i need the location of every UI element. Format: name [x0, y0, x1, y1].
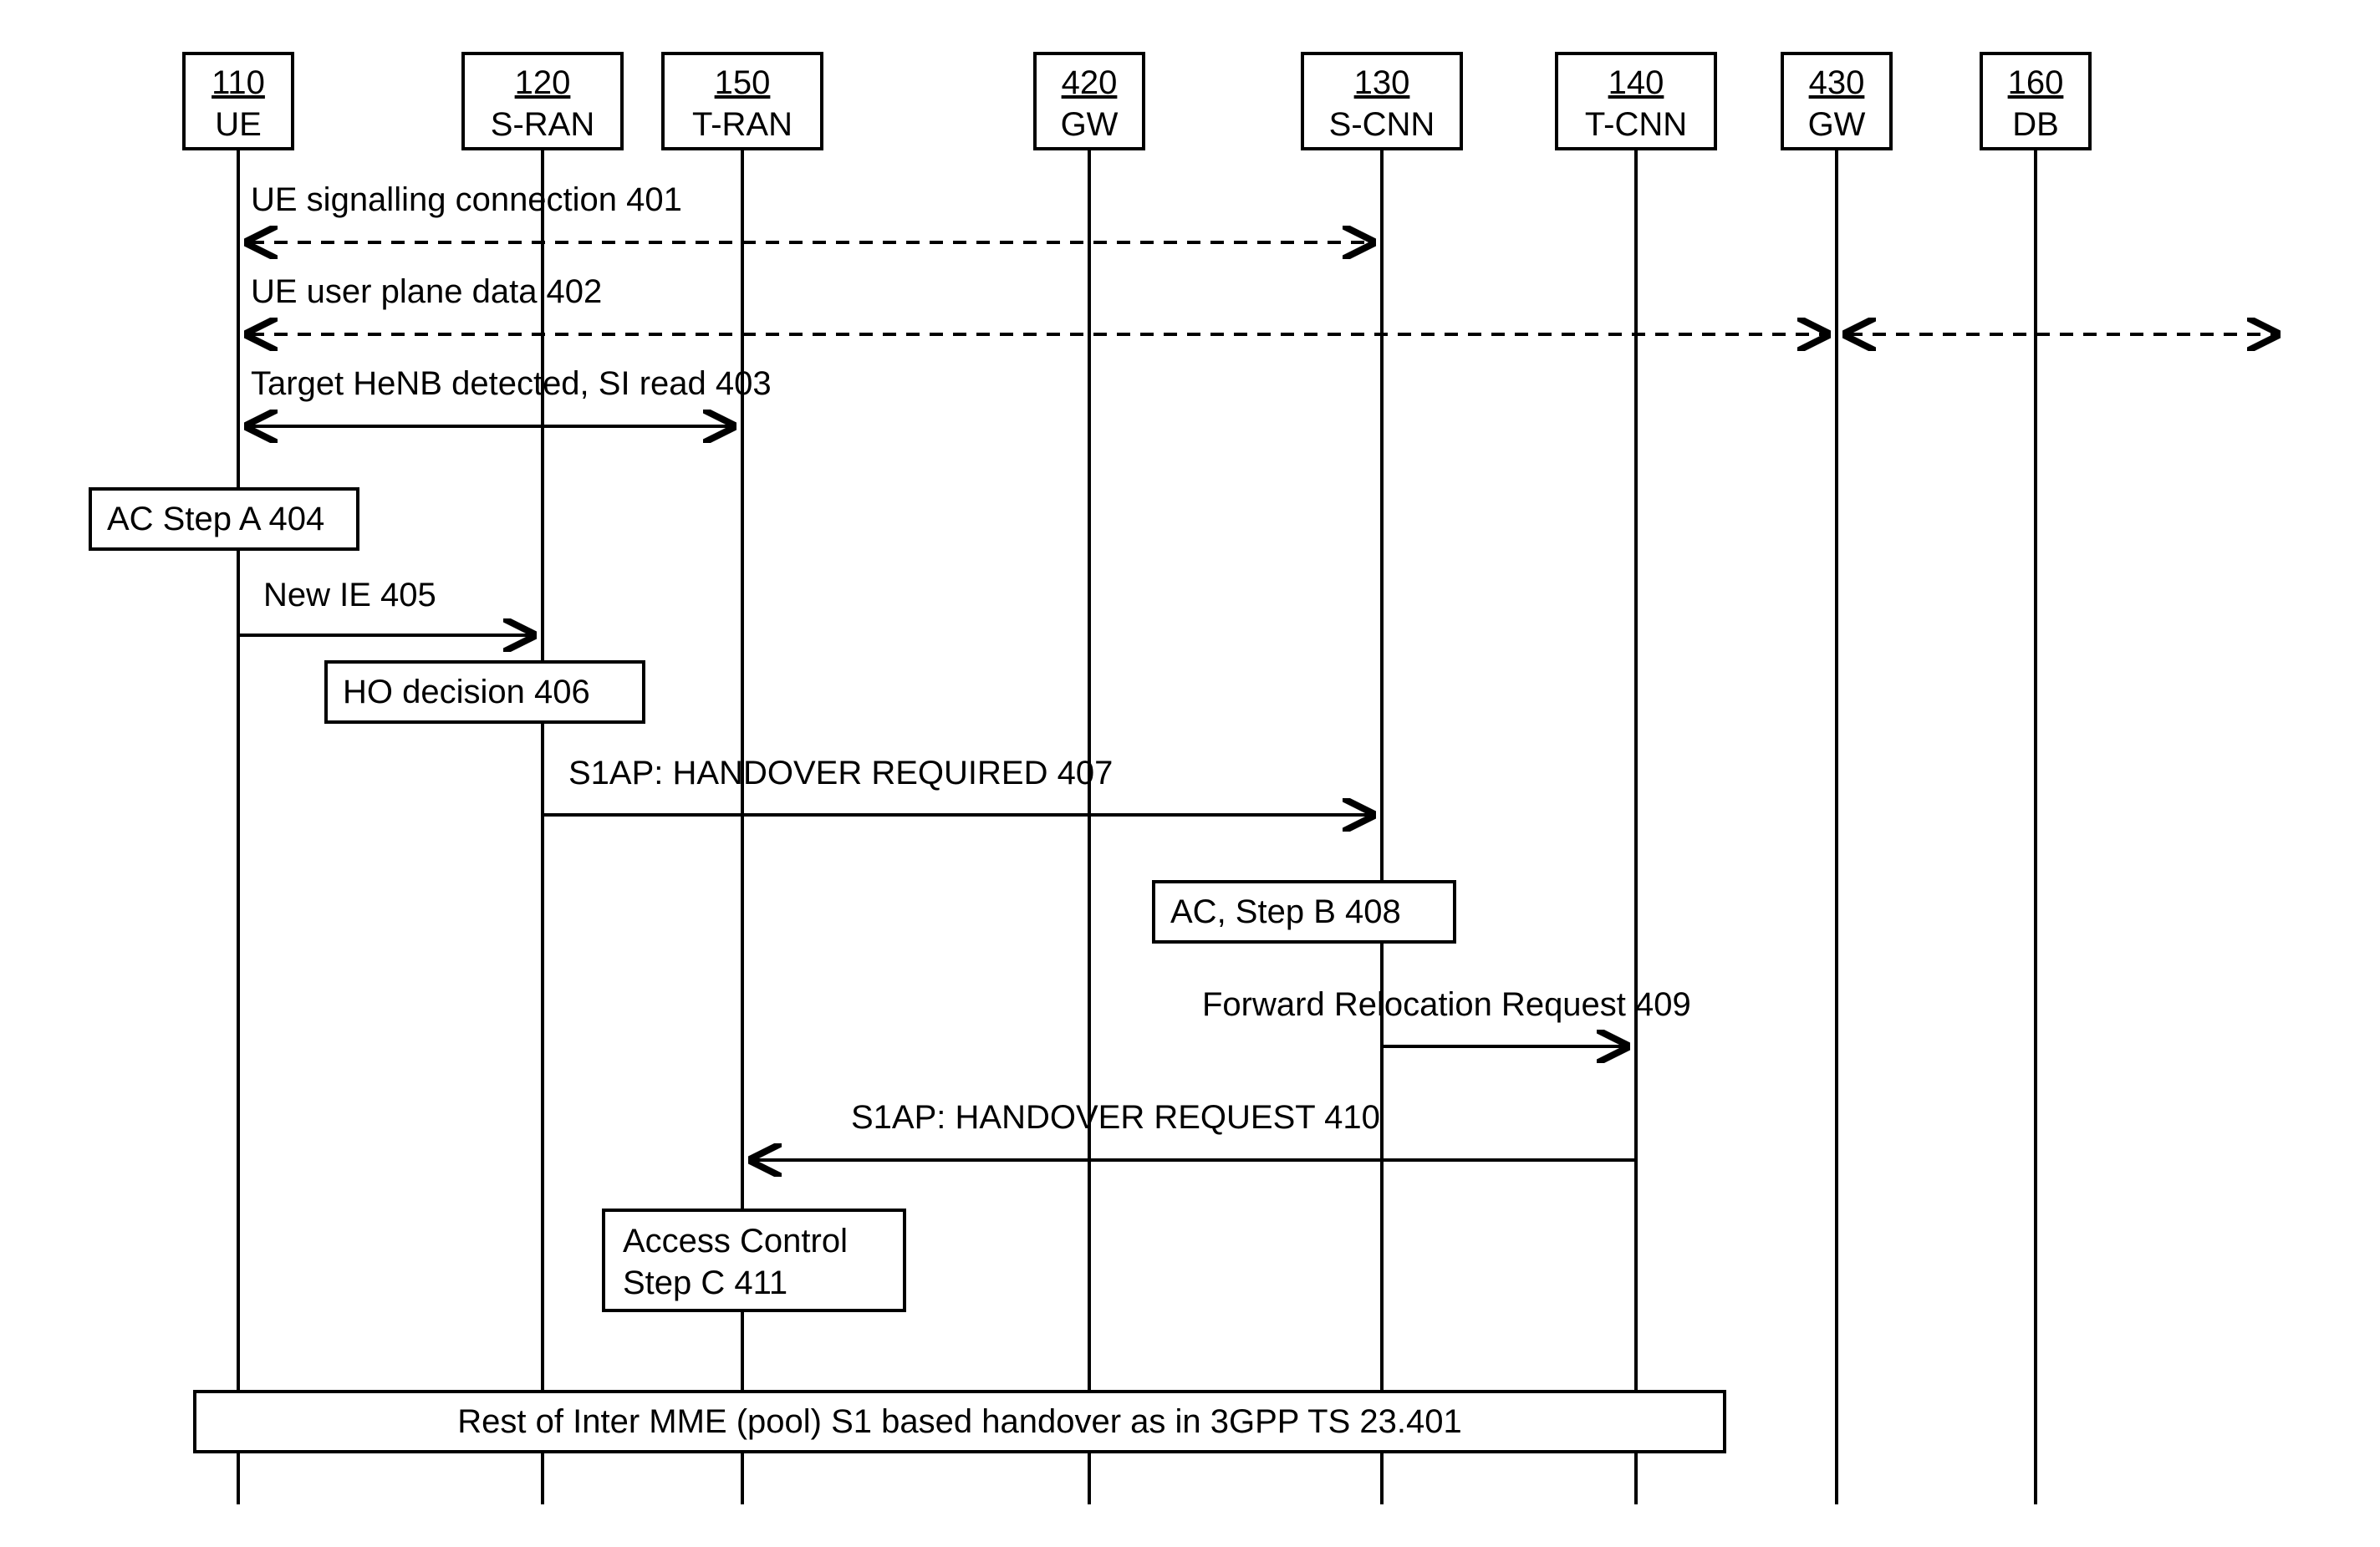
actor-tran-num: 150	[715, 64, 771, 101]
actor-tcnn-num: 140	[1608, 64, 1664, 101]
actor-gw2-num: 430	[1809, 64, 1865, 101]
actor-gw2: 430 GW	[1782, 53, 1891, 1504]
msg-404-label: AC Step A 404	[107, 501, 324, 537]
msg-403-label: Target HeNB detected, SI read 403	[251, 365, 772, 402]
footer-label: Rest of Inter MME (pool) S1 based handov…	[457, 1403, 1461, 1440]
actor-scnn-lbl: S-CNN	[1329, 106, 1435, 143]
msg-408-label: AC, Step B 408	[1170, 893, 1401, 930]
actor-scnn-num: 130	[1354, 64, 1410, 101]
msg-411-label-a: Access Control	[623, 1223, 848, 1259]
msg-409-label: Forward Relocation Request 409	[1202, 986, 1691, 1023]
actor-db-num: 160	[2008, 64, 2064, 101]
actor-tcnn-lbl: T-CNN	[1585, 106, 1687, 143]
sequence-diagram: 110 UE 120 S-RAN 150 T-RAN 420 GW 130 S-…	[0, 0, 2380, 1547]
actor-tran-lbl: T-RAN	[692, 106, 792, 143]
msg-411-label-b: Step C 411	[623, 1265, 787, 1301]
msg-405-label: New IE 405	[263, 577, 436, 613]
msg-406-label: HO decision 406	[343, 674, 590, 710]
msg-401-label: UE signalling connection 401	[251, 181, 682, 218]
actor-tcnn: 140 T-CNN	[1557, 53, 1715, 1504]
msg-402-label: UE user plane data 402	[251, 273, 602, 310]
actor-sran-num: 120	[515, 64, 571, 101]
actor-gw1-lbl: GW	[1061, 106, 1119, 143]
actor-ue: 110 UE	[184, 53, 293, 1504]
actor-sran-lbl: S-RAN	[491, 106, 594, 143]
actor-ue-lbl: UE	[215, 106, 262, 143]
actor-db: 160 DB	[1981, 53, 2090, 1504]
msg-410-label: S1AP: HANDOVER REQUEST 410	[851, 1099, 1380, 1136]
msg-407-label: S1AP: HANDOVER REQUIRED 407	[568, 755, 1113, 791]
actor-db-lbl: DB	[2012, 106, 2059, 143]
actor-ue-num: 110	[211, 64, 265, 101]
actor-gw1-num: 420	[1062, 64, 1118, 101]
actor-scnn: 130 S-CNN	[1302, 53, 1461, 1504]
actor-gw2-lbl: GW	[1808, 106, 1866, 143]
